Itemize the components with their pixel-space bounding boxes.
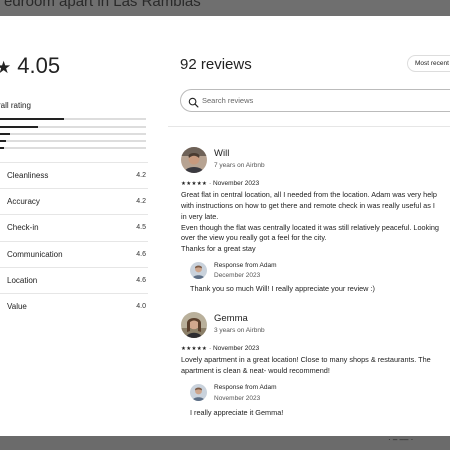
category-label: Location <box>7 276 38 285</box>
rating-bar-2 <box>0 140 146 142</box>
review-stars: ★★★★★ <box>181 346 208 352</box>
rating-bar-fill <box>0 133 11 135</box>
review-text-line: with instructions on how to get there an… <box>181 201 435 210</box>
category-row-location: Location 4.6 <box>0 267 148 293</box>
search-box[interactable] <box>180 89 450 112</box>
category-row-value: Value 4.0 <box>0 293 148 319</box>
category-value: 4.2 <box>136 172 146 179</box>
category-label: Cleanliness <box>7 171 49 180</box>
response-text: I really appreciate it Gemma! <box>190 408 284 417</box>
review-text-line: Lovely apartment in a great location! Cl… <box>181 355 431 364</box>
category-label: Accuracy <box>7 197 40 206</box>
category-label: Communication <box>7 250 63 259</box>
overall-rating-value: 4.05 <box>17 53 61 78</box>
category-value: 4.5 <box>136 224 146 231</box>
category-row-accuracy: Accuracy 4.2 <box>0 188 148 214</box>
category-row-check-in: Check-in 4.5 <box>0 214 148 240</box>
sort-dropdown[interactable]: Most recent <box>407 55 450 72</box>
category-label: Check-in <box>7 223 39 232</box>
reviewer-name: Gemma <box>214 313 248 324</box>
review-text-line: in very late. <box>181 212 219 221</box>
category-value: 4.6 <box>136 277 146 284</box>
response-text: Thank you so much Will! I really appreci… <box>190 284 375 293</box>
reviewer-name: Will <box>214 148 230 159</box>
review-text-line: Even though the flat was centrally locat… <box>181 223 439 232</box>
reviews-modal: ★ 4.05 rall rating Cleanliness 4.2 Accura… <box>0 16 450 436</box>
review-text-line: Great flat in central location, all I ne… <box>181 190 437 199</box>
overall-rating-label: rall rating <box>0 101 31 110</box>
rating-bar-5 <box>0 118 146 120</box>
backdrop-bottom-strip: · – –– · <box>0 435 450 450</box>
search-input[interactable] <box>202 94 442 107</box>
category-value: 4.6 <box>136 251 146 258</box>
rating-bar-3 <box>0 133 146 135</box>
overall-rating: ★ 4.05 <box>0 53 60 79</box>
category-row-communication: Communication 4.6 <box>0 241 148 267</box>
rating-bar-1 <box>0 147 146 149</box>
header-divider <box>168 126 450 127</box>
review-date: · November 2023 <box>209 345 260 352</box>
category-label: Value <box>7 302 27 311</box>
host-avatar[interactable] <box>190 384 207 401</box>
rating-bar-fill <box>0 140 6 142</box>
review-text-line: Thanks for a great stay <box>181 244 256 253</box>
review-text-line: over the view you really got a feel for … <box>181 233 327 242</box>
host-avatar[interactable] <box>190 262 207 279</box>
reviewer-tenure: 3 years on Airbnb <box>214 327 265 334</box>
review-stars: ★★★★★ <box>181 181 208 187</box>
category-value: 4.0 <box>136 303 146 310</box>
reviewer-tenure: 7 years on Airbnb <box>214 162 265 169</box>
response-date: November 2023 <box>214 395 261 402</box>
reviews-count-title: 92 reviews <box>180 56 252 73</box>
response-from: Response from Adam <box>214 384 277 391</box>
category-value: 4.2 <box>136 198 146 205</box>
rating-bar-fill <box>0 118 65 120</box>
response-date: December 2023 <box>214 272 261 279</box>
backdrop-bottom-text: · – –– · <box>388 435 414 444</box>
search-icon <box>188 95 199 113</box>
category-row-cleanliness: Cleanliness 4.2 <box>0 162 148 188</box>
listing-title: edroom apart in Las Ramblas <box>4 0 201 10</box>
review-date: · November 2023 <box>209 180 260 187</box>
star-icon: ★ <box>0 58 12 77</box>
rating-bar-fill <box>0 126 38 128</box>
avatar[interactable] <box>181 147 207 173</box>
rating-bar-4 <box>0 126 146 128</box>
avatar[interactable] <box>181 312 207 338</box>
rating-bar-fill <box>0 147 5 149</box>
review-text-line: apartment is clean & neat- would recomme… <box>181 366 330 375</box>
response-from: Response from Adam <box>214 262 277 269</box>
